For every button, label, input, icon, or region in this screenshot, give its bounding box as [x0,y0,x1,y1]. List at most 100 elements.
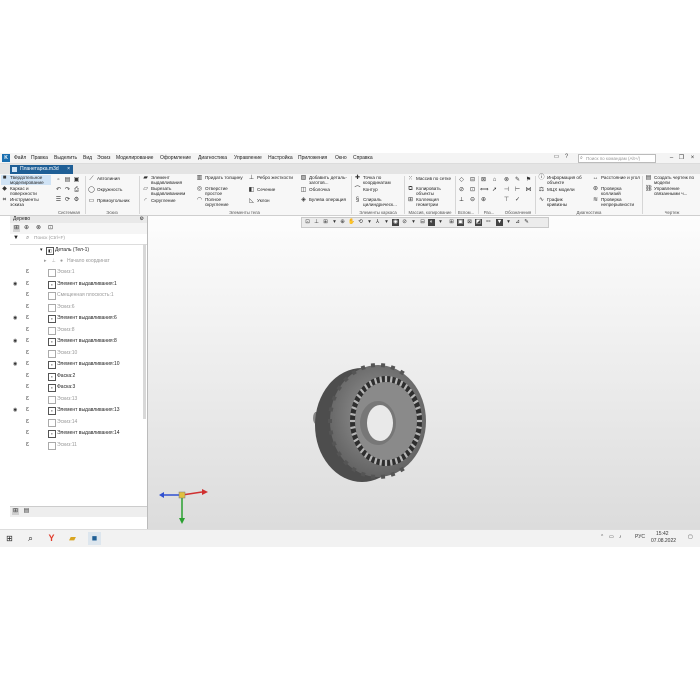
tree-item[interactable]: Ɛ Эскиз:11 [10,440,145,451]
open-file-icon[interactable]: ▤ [64,177,71,184]
shell-button[interactable]: ◫ Оболочка [300,187,352,195]
file-explorer-icon[interactable]: ▰ [66,532,79,545]
tree-item[interactable]: ◉ Ɛ ▪ Элемент выдавливания:6 [10,313,145,324]
contour-button[interactable]: ⌒ Контур [354,187,404,195]
visibility-eye-icon[interactable]: ◉ [13,315,17,321]
menu-edit[interactable]: Правка [31,154,48,162]
yandex-browser-icon[interactable]: Y [45,532,58,545]
layout-icon[interactable]: ⌂ [491,177,498,184]
base-icon[interactable]: ⊤ [503,197,510,204]
visibility-eye-icon[interactable]: ◉ [13,338,17,344]
point-by-coords-button[interactable]: ✚ Точка по координатам [354,175,404,185]
roughness-icon[interactable]: ⚑ [525,177,532,184]
plane-icon[interactable]: ◇ [458,177,465,184]
visibility-eye-icon[interactable]: ◉ [13,281,17,287]
gear-model[interactable] [148,216,700,529]
hole-button[interactable]: ◎ Отверстие простое [196,186,248,196]
network-icon[interactable]: ▭ [609,534,614,540]
print-icon[interactable]: ⎙ [73,187,80,194]
tree-item[interactable]: ◉ Ɛ ▪ Элемент выдавливания:10 [10,359,145,370]
menu-apps[interactable]: Приложения [298,154,327,162]
clock-time[interactable]: 15:42 [656,531,669,537]
mode-solid-modeling[interactable]: ■ Твердотельное моделирование [1,175,51,185]
menu-select[interactable]: Выделить [54,154,77,162]
menu-window[interactable]: Окно [335,154,347,162]
tree-item[interactable]: Ɛ ▪ Элемент выдавливания:14 [10,428,145,439]
thread-icon[interactable]: ⊗ [503,177,510,184]
undo-icon[interactable]: ↶ [55,187,62,194]
tree-search-input[interactable]: ▼ ⌕ Поиск (Ctrl+F) [10,234,147,245]
menu-manage[interactable]: Управление [234,154,262,162]
copy-objects-button[interactable]: ⧉ Копировать объекты [407,186,457,196]
tree-item[interactable]: Ɛ Эскиз:6 [10,302,145,313]
tree-structure-icon[interactable]: ⊞ [13,225,20,232]
markup-icon[interactable]: ⊠ [480,177,487,184]
rebuild-icon[interactable]: ⟳ [64,197,71,204]
mirror-icon[interactable]: ⟺ [480,187,489,194]
tree-item[interactable]: ◉ Ɛ ▪ Элемент выдавливания:13 [10,405,145,416]
cs-icon[interactable]: ⟂ [458,197,465,204]
tree-item[interactable]: Ɛ Смещенная плоскость:1 [10,290,145,301]
split-icon[interactable]: ⊡ [469,187,476,194]
tree-tab-icon[interactable]: ⊞ [12,508,19,515]
curvature-graph-button[interactable]: ∿ График кривизны [538,197,594,207]
leader-icon[interactable]: ✎ [514,177,521,184]
slice-icon[interactable]: ⊖ [469,197,476,204]
windows-start-icon[interactable]: ⊞ [3,532,16,545]
tree-item[interactable]: Ɛ ▪ Фаска:2 [10,371,145,382]
close-tab-icon[interactable]: × [67,165,70,174]
tree-item[interactable]: Ɛ ▪ Фаска:3 [10,382,145,393]
redo-icon[interactable]: ↷ [64,187,71,194]
cut-extrude-button[interactable]: ▱ Вырезать выдавливанием [142,186,198,196]
model-viewport[interactable]: ⊡ ⊥ ⊞ ▾ ⊕ ✋ ⟲ ▾ ⅄ ▾ ◉ ⊘ ▾ ⊟ ◐ ▾ ⊞ ▣ ⊠ ◩ … [148,216,700,529]
expand-icon[interactable]: ▸ [44,257,47,266]
language-indicator[interactable]: РУС [635,534,645,540]
collision-check-button[interactable]: ⊛ Проверка коллизий [592,186,642,196]
mode-wireframe-surfaces[interactable]: ◆ Каркас и поверхности [1,186,51,196]
new-file-icon[interactable]: ▫ [55,177,62,184]
menu-modeling[interactable]: Моделирование [116,154,153,162]
circle-button[interactable]: ◯ Окружность [88,187,138,195]
menu-settings[interactable]: Настройка [268,154,293,162]
tree-item[interactable]: ◉ Ɛ ▪ Элемент выдавливания:1 [10,279,145,290]
tree-item[interactable]: Ɛ Эскиз:13 [10,394,145,405]
tree-item[interactable]: ◉ Ɛ ▪ Элемент выдавливания:8 [10,336,145,347]
measure-icon[interactable]: ⊟ [469,177,476,184]
section-button[interactable]: ◧ Сечение [248,187,298,195]
geometry-collection-button[interactable]: ⊞ Коллекция геометрии [407,197,457,207]
linked-drawings-button[interactable]: ⛓ Управление связанными ч... [645,186,699,196]
parameters-icon[interactable]: ⚙ [73,197,80,204]
draft-button[interactable]: ◺ Уклон [248,198,298,206]
rectangle-button[interactable]: ▭ Прямоугольник [88,198,138,206]
add-blank-button[interactable]: ▧ Добавить деталь-заготов... [300,175,352,185]
axis-icon[interactable]: ⊘ [458,187,465,194]
volume-icon[interactable]: ♪ [619,534,622,540]
notifications-icon[interactable]: ▢ [688,534,693,540]
properties-icon[interactable]: ☰ [55,197,62,204]
menu-sketch[interactable]: Эскиз [97,154,110,162]
create-drawing-button[interactable]: ▤ Создать чертеж по модели [645,175,699,185]
tree-item[interactable]: Ɛ Эскиз:10 [10,348,145,359]
restore-button[interactable]: ❐ [678,154,685,162]
minimize-button[interactable]: – [668,154,675,162]
menu-help[interactable]: Справка [353,154,373,162]
weld-icon[interactable]: ⋈ [525,187,532,194]
tree-item[interactable]: Ɛ Эскиз:1 [10,267,145,278]
visibility-eye-icon[interactable]: ◉ [13,361,17,367]
window-layout-icon[interactable]: ▭ [553,154,560,161]
helix-button[interactable]: § Спираль цилиндрическ... [354,197,404,207]
menu-layout[interactable]: Оформление [160,154,191,162]
menu-view[interactable]: Вид [83,154,92,162]
help-icon[interactable]: ? [563,154,570,161]
command-search-input[interactable]: ⌕ Поиск по командам (Alt+/) [578,154,656,163]
clock-date[interactable]: 07.08.2022 [651,538,676,544]
tolerance-icon[interactable]: ⊢ [514,187,521,194]
menu-file[interactable]: Файл [14,154,26,162]
boolean-button[interactable]: ◈ Булева операция [300,197,352,207]
divide-icon[interactable]: ⊕ [480,197,487,204]
tree-root[interactable]: ▾ ◧ Деталь (Тел-1) [10,245,145,256]
layers-tab-icon[interactable]: ▤ [23,508,30,515]
arrow-icon[interactable]: ➚ [491,187,498,194]
tree-origin[interactable]: ▸ ⟂ ● Начало координат [10,256,145,267]
expand-icon[interactable]: ▾ [40,246,43,255]
